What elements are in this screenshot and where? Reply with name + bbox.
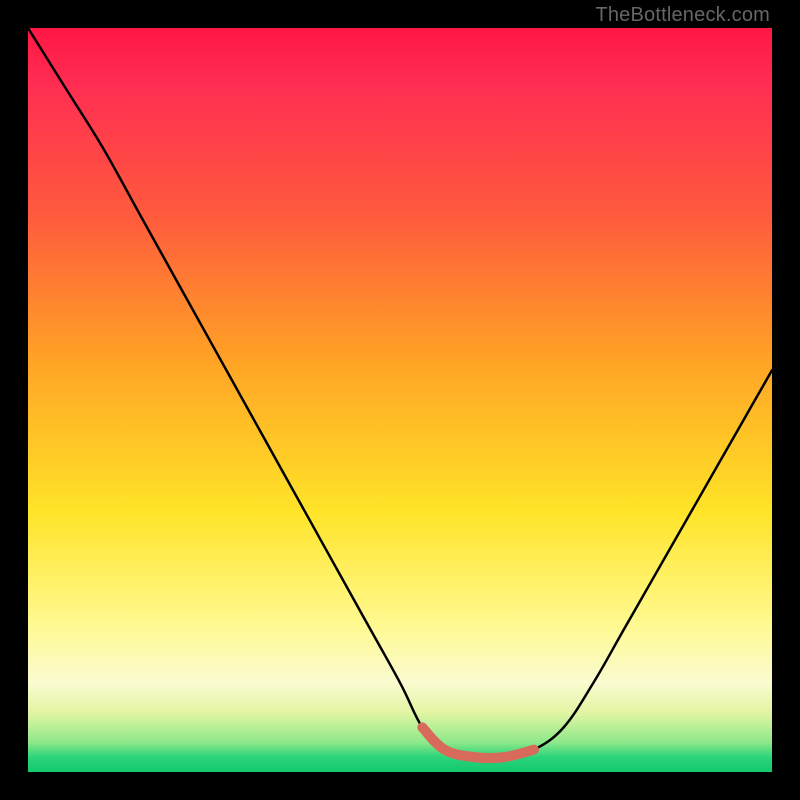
plot-area: [28, 28, 772, 772]
chart-frame: TheBottleneck.com: [0, 0, 800, 800]
bottleneck-curve-path: [28, 28, 772, 758]
curve-svg: [28, 28, 772, 772]
watermark-text: TheBottleneck.com: [595, 4, 770, 27]
valley-highlight-path: [422, 727, 534, 758]
